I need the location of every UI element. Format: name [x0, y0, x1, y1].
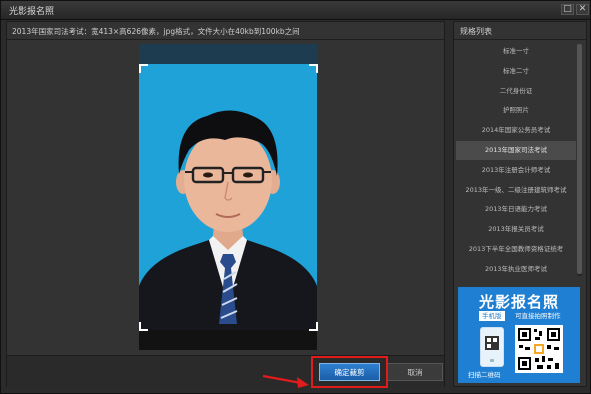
ad-scan-label: 扫描二维码 [468, 371, 501, 379]
spec-list-item[interactable]: 2013年日语能力考试 [456, 200, 576, 219]
divider [7, 39, 444, 40]
spec-list-item[interactable]: 2013年执业医师考试 [456, 260, 576, 279]
spec-list-item[interactable]: 护照照片 [456, 101, 576, 120]
crop-panel: 2013年国家司法考试：宽413×高626像素，jpg格式，文件大小在40kb到… [6, 21, 445, 388]
window-title: 光影报名照 [9, 7, 55, 17]
divider [454, 39, 586, 40]
mobile-app-ad[interactable]: 光影报名照 手机版 可直接拍照制作 扫描二维码 [458, 287, 580, 383]
crop-handle-bottom-left[interactable] [139, 322, 148, 331]
qr-code-icon [515, 325, 563, 373]
crop-handle-top-left[interactable] [139, 64, 148, 73]
spec-list-item[interactable]: 2013年注册会计师考试 [456, 161, 576, 180]
spec-list-item[interactable]: 2013年国家司法考试 [456, 141, 576, 160]
photo-margin-bottom [139, 330, 317, 350]
red-arrow-icon [262, 374, 309, 388]
spec-list-item[interactable]: 2013年一级、二级注册建筑师考试 [456, 181, 576, 200]
crop-handle-top-right[interactable] [309, 64, 318, 73]
cancel-button[interactable]: 取消 [387, 363, 443, 381]
scrollbar[interactable] [577, 44, 582, 276]
spec-list-item[interactable]: 二代身份证 [456, 82, 576, 101]
spec-list-item[interactable]: 标准一寸 [456, 42, 576, 61]
confirm-crop-button[interactable]: 确定裁剪 [319, 363, 380, 381]
spec-list-item[interactable]: 2013年报关员考试 [456, 220, 576, 239]
scrollbar-thumb[interactable] [577, 44, 582, 274]
spec-list-item[interactable]: 2013下半年全国教师资格证统考 [456, 240, 576, 259]
ad-subtitle: 可直接拍照制作 [515, 312, 561, 320]
app-window: 光影报名照 □ ✕ 2013年国家司法考试：宽413×高626像素，jpg格式，… [0, 0, 591, 394]
ad-badge: 手机版 [479, 311, 505, 321]
ad-title: 光影报名照 [478, 293, 559, 311]
title-bar: 光影报名照 □ ✕ [1, 1, 590, 20]
maximize-button[interactable]: □ [561, 4, 574, 15]
spec-hint: 2013年国家司法考试：宽413×高626像素，jpg格式，文件大小在40kb到… [12, 27, 300, 36]
phone-icon [480, 327, 504, 367]
spec-list-item[interactable]: 标准二寸 [456, 62, 576, 81]
photo-margin-top [139, 44, 317, 64]
close-button[interactable]: ✕ [576, 4, 589, 15]
portrait-photo[interactable] [139, 64, 317, 330]
spec-list-item[interactable]: 2014年国家公务员考试 [456, 121, 576, 140]
crop-handle-bottom-right[interactable] [309, 322, 318, 331]
spec-list: 标准一寸 标准二寸 二代身份证 护照照片 2014年国家公务员考试 2013年国家司法考试… [456, 42, 576, 282]
portrait-image [139, 64, 317, 330]
spec-list-title: 规格列表 [460, 27, 492, 36]
